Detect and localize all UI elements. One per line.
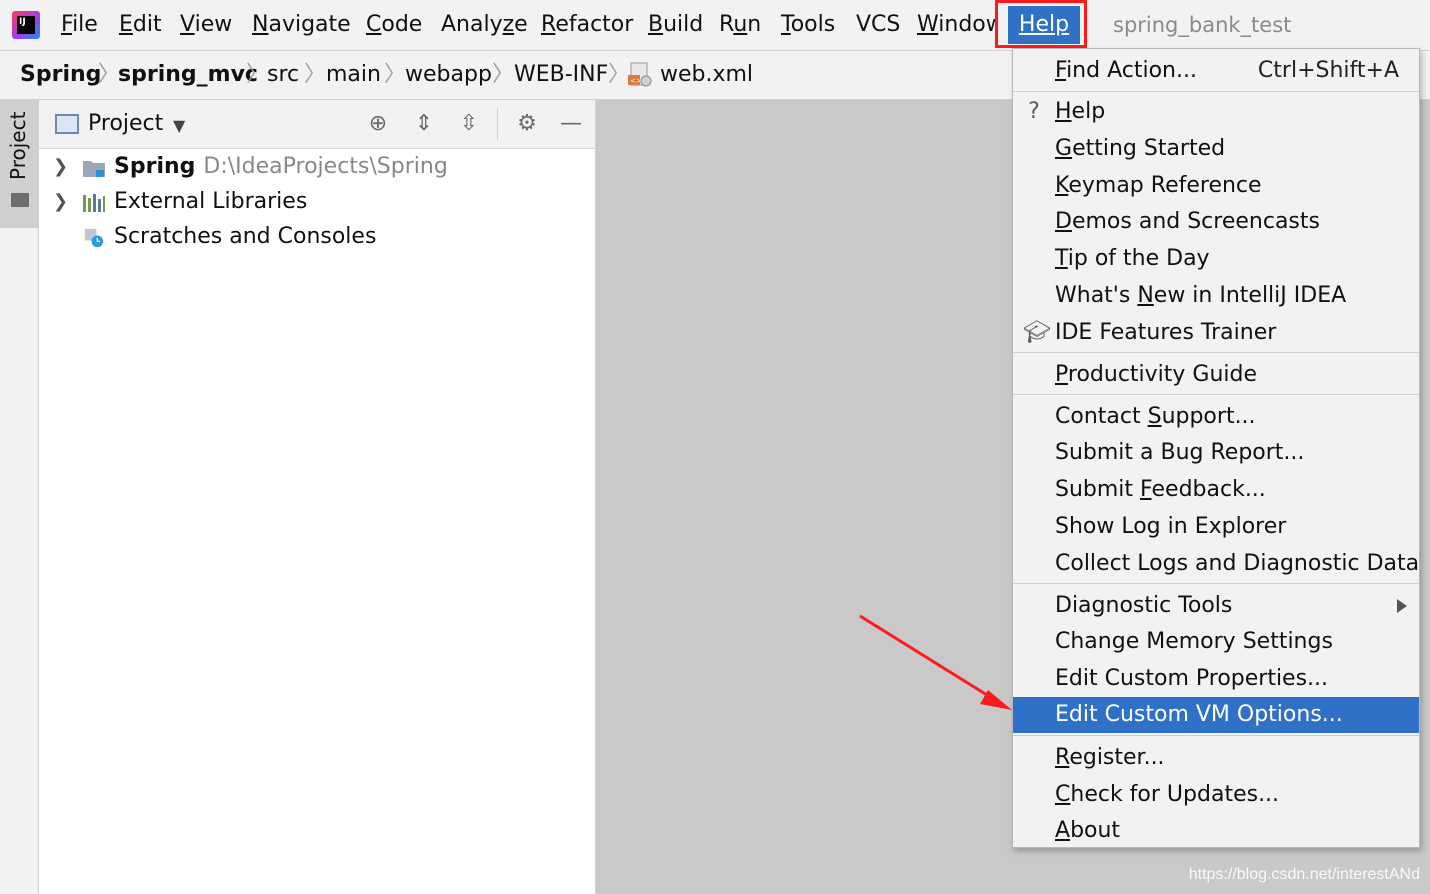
menu-item-find-action[interactable]: Find Action... Ctrl+Shift+A: [1013, 53, 1419, 89]
svg-text:<>: <>: [630, 77, 642, 85]
breadcrumb-item-src[interactable]: src: [267, 51, 299, 99]
breadcrumb-item-webapp[interactable]: webapp: [405, 51, 492, 99]
intellij-logo-icon: IJ: [12, 11, 40, 39]
breadcrumb-separator-icon: 〉: [304, 62, 327, 87]
xml-file-icon: <>: [628, 62, 652, 87]
tree-label: Spring D:\IdeaProjects\Spring: [114, 154, 448, 179]
tree-label: Scratches and Consoles: [114, 224, 377, 249]
tree-node-spring[interactable]: ❯ Spring D:\IdeaProjects\Spring: [39, 150, 595, 184]
breadcrumb-separator-icon: 〉: [384, 62, 407, 87]
breadcrumb-item-web-xml[interactable]: web.xml: [660, 51, 753, 99]
menu-item-getting-started[interactable]: Getting Started: [1013, 131, 1419, 167]
menu-item-register[interactable]: Register...: [1013, 740, 1419, 776]
shortcut-label: Ctrl+Shift+A: [1257, 58, 1399, 83]
tree-node-scratches[interactable]: Scratches and Consoles: [39, 220, 595, 254]
breadcrumb-item-web-inf[interactable]: WEB-INF: [514, 51, 608, 99]
menu-item-submit-feedback[interactable]: Submit Feedback...: [1013, 472, 1419, 508]
menu-bar: IJ File Edit View Navigate Code Analyze …: [0, 0, 1430, 51]
menu-item-about[interactable]: About: [1013, 813, 1419, 849]
menu-item-diagnostic-tools[interactable]: Diagnostic Tools: [1013, 588, 1419, 624]
breadcrumb-item-spring[interactable]: Spring: [20, 51, 101, 99]
menu-window[interactable]: Window: [914, 10, 998, 40]
library-icon: [83, 194, 105, 212]
menu-build[interactable]: Build: [645, 10, 706, 40]
project-panel: Project ▼ ⊕ ⇕ ⇳ ⚙ — ❯ Spring D:\IdeaProje…: [39, 100, 596, 894]
menu-item-keymap-reference[interactable]: Keymap Reference: [1013, 168, 1419, 204]
menu-navigate[interactable]: Navigate: [249, 10, 354, 40]
breadcrumb-item-spring-mvc[interactable]: spring_mvc: [118, 51, 258, 99]
help-highlight-box: [995, 0, 1087, 48]
menu-item-productivity-guide[interactable]: Productivity Guide: [1013, 357, 1419, 393]
menu-item-contact-support[interactable]: Contact Support...: [1013, 399, 1419, 435]
tree-path: D:\IdeaProjects\Spring: [203, 154, 448, 179]
menu-item-change-memory[interactable]: Change Memory Settings: [1013, 624, 1419, 660]
menu-refactor[interactable]: Refactor: [538, 10, 636, 40]
menu-run[interactable]: Run: [716, 10, 764, 40]
module-folder-icon: [83, 161, 105, 177]
gear-icon[interactable]: ⚙: [513, 110, 541, 138]
folder-icon: [11, 193, 29, 207]
locate-icon[interactable]: ⊕: [364, 110, 392, 138]
submenu-arrow-icon: [1397, 599, 1407, 613]
menu-item-edit-custom-properties[interactable]: Edit Custom Properties...: [1013, 661, 1419, 697]
window-title: spring_bank_test: [1113, 13, 1292, 37]
menu-code[interactable]: Code: [363, 10, 425, 40]
breadcrumb-separator-icon: 〉: [98, 62, 121, 87]
graduation-cap-icon: 🎓︎: [1023, 320, 1051, 345]
menu-view[interactable]: View: [177, 10, 235, 40]
tree-label: External Libraries: [114, 189, 308, 214]
breadcrumb-separator-icon: 〉: [492, 62, 515, 87]
menu-item-edit-custom-vm-options[interactable]: Edit Custom VM Options...: [1013, 697, 1419, 733]
breadcrumb-item-main[interactable]: main: [326, 51, 381, 99]
chevron-right-icon[interactable]: ❯: [53, 150, 68, 184]
scratches-icon: [84, 228, 104, 248]
menu-separator: [1013, 352, 1419, 353]
question-mark-icon: ?: [1028, 99, 1040, 124]
breadcrumb-separator-icon: 〉: [608, 62, 631, 87]
menu-item-help[interactable]: ? Help: [1013, 94, 1419, 130]
project-view-selector[interactable]: Project: [88, 109, 163, 139]
expand-all-icon[interactable]: ⇕: [410, 110, 438, 138]
menu-item-ide-features-trainer[interactable]: 🎓︎ IDE Features Trainer: [1013, 315, 1419, 351]
menu-separator: [1013, 91, 1419, 92]
toolbar-divider: [497, 108, 498, 140]
menu-item-demos[interactable]: Demos and Screencasts: [1013, 204, 1419, 240]
project-view-icon: [55, 114, 79, 134]
menu-file[interactable]: File: [58, 10, 101, 40]
menu-analyze[interactable]: Analyze: [438, 10, 531, 40]
chevron-down-icon[interactable]: ▼: [173, 111, 185, 141]
menu-item-tip-of-day[interactable]: Tip of the Day: [1013, 241, 1419, 277]
breadcrumb-separator-icon: 〉: [246, 62, 269, 87]
help-menu-dropdown: Find Action... Ctrl+Shift+A ? Help Getti…: [1012, 48, 1420, 848]
chevron-right-icon[interactable]: ❯: [53, 185, 68, 219]
menu-item-collect-logs[interactable]: Collect Logs and Diagnostic Data: [1013, 546, 1419, 582]
menu-edit[interactable]: Edit: [116, 10, 165, 40]
menu-item-show-log[interactable]: Show Log in Explorer: [1013, 509, 1419, 545]
menu-item-whats-new[interactable]: What's New in IntelliJ IDEA: [1013, 278, 1419, 314]
menu-separator: [1013, 583, 1419, 584]
collapse-all-icon[interactable]: ⇳: [455, 110, 483, 138]
watermark: https://blog.csdn.net/interestANd: [1188, 866, 1420, 883]
menu-separator: [1013, 735, 1419, 736]
menu-tools[interactable]: Tools: [778, 10, 838, 40]
hide-panel-icon[interactable]: —: [557, 110, 585, 138]
tree-node-external-libraries[interactable]: ❯ External Libraries: [39, 185, 595, 219]
menu-vcs[interactable]: VCS: [853, 10, 903, 40]
menu-item-submit-bug[interactable]: Submit a Bug Report...: [1013, 435, 1419, 471]
project-panel-header: Project ▼ ⊕ ⇕ ⇳ ⚙ —: [39, 100, 595, 149]
menu-item-check-updates[interactable]: Check for Updates...: [1013, 777, 1419, 813]
tool-tab-project-label: Project: [6, 111, 30, 180]
menu-separator: [1013, 394, 1419, 395]
